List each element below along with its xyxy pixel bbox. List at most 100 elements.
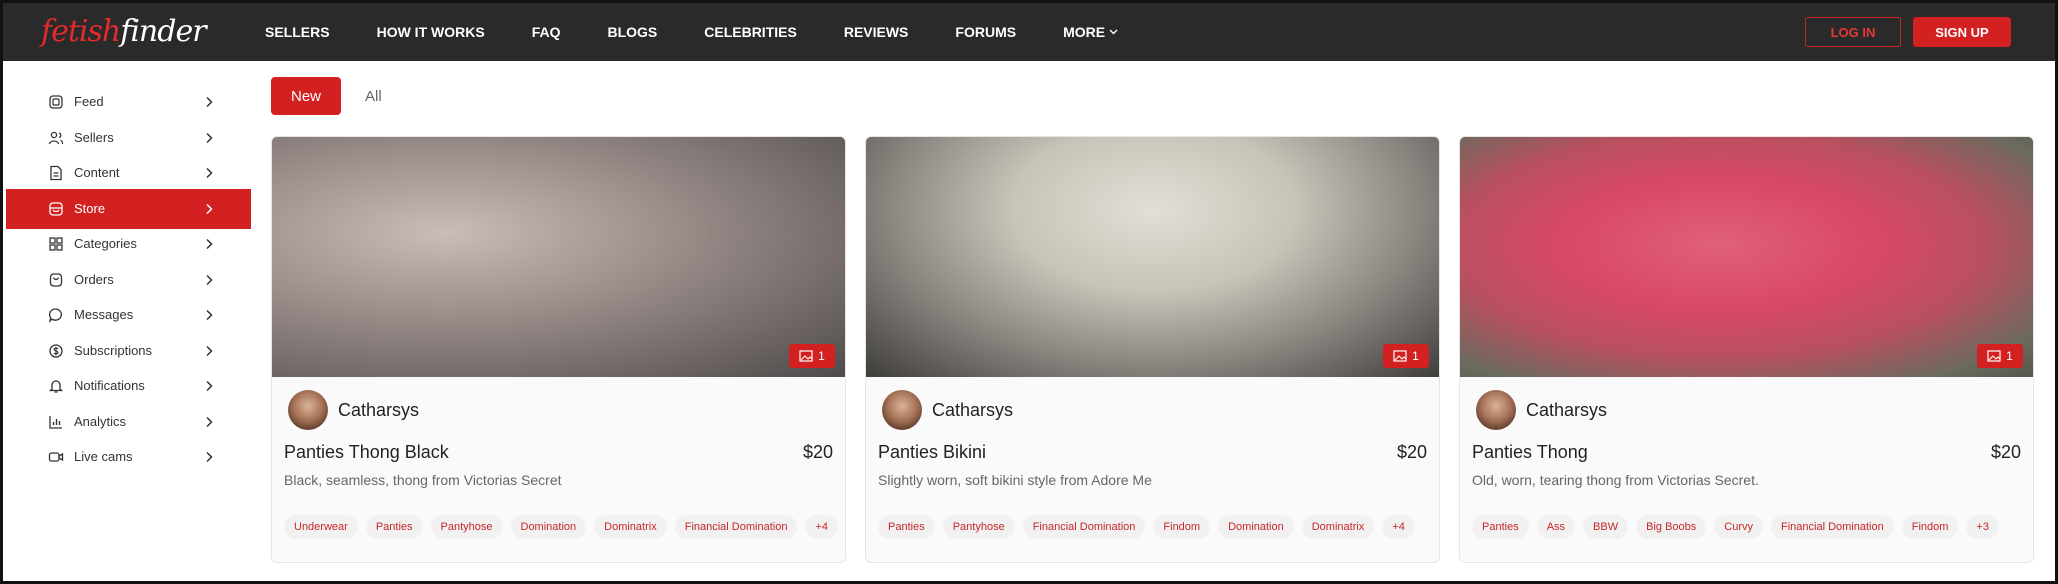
nav-celebrities-label: CELEBRITIES <box>704 24 797 40</box>
chevron-right-icon <box>201 307 217 323</box>
chevron-right-icon <box>201 94 217 110</box>
sidebar-item-content[interactable]: Content <box>6 153 251 193</box>
tag-chip[interactable]: Underwear <box>284 515 358 539</box>
nav-more[interactable]: MORE <box>1063 24 1118 40</box>
product-price: $20 <box>1990 442 2021 462</box>
product-image[interactable] <box>1460 137 2033 377</box>
tag-chip[interactable]: Findom <box>1901 515 1959 539</box>
chevron-down-icon <box>1109 27 1118 38</box>
product-price: $20 <box>802 442 833 462</box>
nav-reviews[interactable]: REVIEWS <box>844 24 909 40</box>
nav-blogs-label: BLOGS <box>607 24 658 40</box>
sidebar-item-feed[interactable]: Feed <box>6 82 251 122</box>
tag-chip[interactable]: Panties <box>1472 515 1529 539</box>
sidebar-item-subscriptions[interactable]: Subscriptions <box>6 331 251 371</box>
image-count: 1 <box>818 349 825 363</box>
chart-icon <box>48 414 64 430</box>
site-logo[interactable]: fetish finder <box>41 14 207 49</box>
product-title[interactable]: Panties Thong Black <box>284 442 449 463</box>
document-icon <box>48 165 64 181</box>
sidebar-item-notifications[interactable]: Notifications <box>6 366 251 406</box>
grid-icon <box>48 236 64 252</box>
tag-chip[interactable]: Financial Domination <box>1771 515 1894 539</box>
product-description: Old, worn, tearing thong from Victorias … <box>1472 472 1759 488</box>
chevron-right-icon <box>201 378 217 394</box>
tag-chip[interactable]: +3 <box>1966 515 1999 539</box>
product-card[interactable]: 1 Catharsys Panties Thong $20 Old, worn,… <box>1459 136 2034 563</box>
store-icon <box>48 201 64 217</box>
sidebar-item-label: Analytics <box>74 413 127 429</box>
sidebar-item-categories[interactable]: Categories <box>6 224 251 264</box>
tag-chip[interactable]: +4 <box>805 515 838 539</box>
sidebar-item-live-cams[interactable]: Live cams <box>6 437 251 477</box>
seller-avatar[interactable] <box>1476 390 1516 430</box>
login-button[interactable]: LOG IN <box>1805 17 1901 47</box>
nav-blogs[interactable]: BLOGS <box>607 24 657 40</box>
nav-more-label: MORE <box>1063 24 1106 40</box>
tag-chip[interactable]: +4 <box>1382 515 1415 539</box>
nav-how-it-works[interactable]: HOW IT WORKS <box>377 24 485 40</box>
tag-list: Panties Pantyhose Financial Domination Find… <box>878 515 1423 539</box>
nav-faq-label: FAQ <box>531 24 561 40</box>
sidebar-item-store[interactable]: Store <box>6 188 251 229</box>
product-description: Slightly worn, soft bikini style from Ad… <box>878 472 1152 488</box>
sidebar-item-sellers[interactable]: Sellers <box>6 118 251 158</box>
chevron-right-icon <box>201 165 217 181</box>
chevron-right-icon <box>201 343 217 359</box>
tag-chip[interactable]: Panties <box>878 515 935 539</box>
tag-chip[interactable]: Findom <box>1153 515 1211 539</box>
product-card[interactable]: 1 Catharsys Panties Thong Black $20 Blac… <box>271 136 846 563</box>
image-icon <box>1987 350 2001 362</box>
sidebar-item-label: Orders <box>74 271 114 287</box>
product-card[interactable]: 1 Catharsys Panties Bikini $20 Slightly … <box>865 136 1440 563</box>
chevron-right-icon <box>201 130 217 146</box>
nav-sellers[interactable]: SELLERS <box>265 24 330 40</box>
product-title[interactable]: Panties Bikini <box>878 442 986 463</box>
sidebar-item-orders[interactable]: Orders <box>6 260 251 300</box>
image-count-badge: 1 <box>1383 344 1429 368</box>
tag-chip[interactable]: Domination <box>1218 515 1294 539</box>
sidebar-item-label: Categories <box>74 236 137 251</box>
sidebar: Feed Sellers Content Store Categories Orders M… <box>6 61 251 581</box>
tag-chip[interactable]: Pantyhose <box>430 515 503 539</box>
seller-name[interactable]: Catharsys <box>1526 400 1607 421</box>
image-count-badge: 1 <box>1977 344 2023 368</box>
tag-chip[interactable]: Pantyhose <box>942 515 1015 539</box>
tag-list: Underwear Panties Pantyhose Domination Domin… <box>284 515 845 539</box>
sidebar-item-messages[interactable]: Messages <box>6 295 251 335</box>
tag-chip[interactable]: BBW <box>1583 515 1629 539</box>
tag-chip[interactable]: Financial Domination <box>1022 515 1146 539</box>
nav-sellers-label: SELLERS <box>265 24 330 40</box>
dollar-icon <box>48 343 64 359</box>
nav-forums[interactable]: FORUMS <box>955 24 1016 40</box>
product-price: $20 <box>1396 442 1427 462</box>
seller-avatar[interactable] <box>882 390 922 430</box>
image-count: 1 <box>2006 349 2013 363</box>
tag-chip[interactable]: Financial Domination <box>674 515 798 539</box>
product-image[interactable] <box>866 137 1439 377</box>
seller-name[interactable]: Catharsys <box>338 400 419 421</box>
nav-faq[interactable]: FAQ <box>532 24 561 40</box>
camera-icon <box>48 449 64 465</box>
chevron-right-icon <box>201 272 217 288</box>
tag-list: Panties Ass BBW Big Boobs Curvy Financial Dom… <box>1472 515 2007 539</box>
tab-all[interactable]: All <box>365 88 382 105</box>
tag-chip[interactable]: Domination <box>510 515 587 539</box>
bag-icon <box>48 272 64 288</box>
seller-name[interactable]: Catharsys <box>932 400 1013 421</box>
product-image[interactable] <box>272 137 845 377</box>
product-title[interactable]: Panties Thong <box>1472 442 1588 463</box>
tab-new[interactable]: New <box>271 77 341 115</box>
tag-chip[interactable]: Panties <box>365 515 423 539</box>
tag-chip[interactable]: Dominatrix <box>594 515 667 539</box>
tag-chip[interactable]: Curvy <box>1714 515 1763 539</box>
tag-chip[interactable]: Ass <box>1536 515 1576 539</box>
tag-chip[interactable]: Big Boobs <box>1636 515 1707 539</box>
tag-chip[interactable]: Dominatrix <box>1301 515 1375 539</box>
nav-celebrities[interactable]: CELEBRITIES <box>704 24 797 40</box>
seller-avatar[interactable] <box>288 390 328 430</box>
chevron-right-icon <box>201 414 217 430</box>
logo-text-part1: fetish <box>41 14 121 49</box>
sidebar-item-analytics[interactable]: Analytics <box>6 402 251 442</box>
signup-button[interactable]: SIGN UP <box>1913 17 2011 47</box>
